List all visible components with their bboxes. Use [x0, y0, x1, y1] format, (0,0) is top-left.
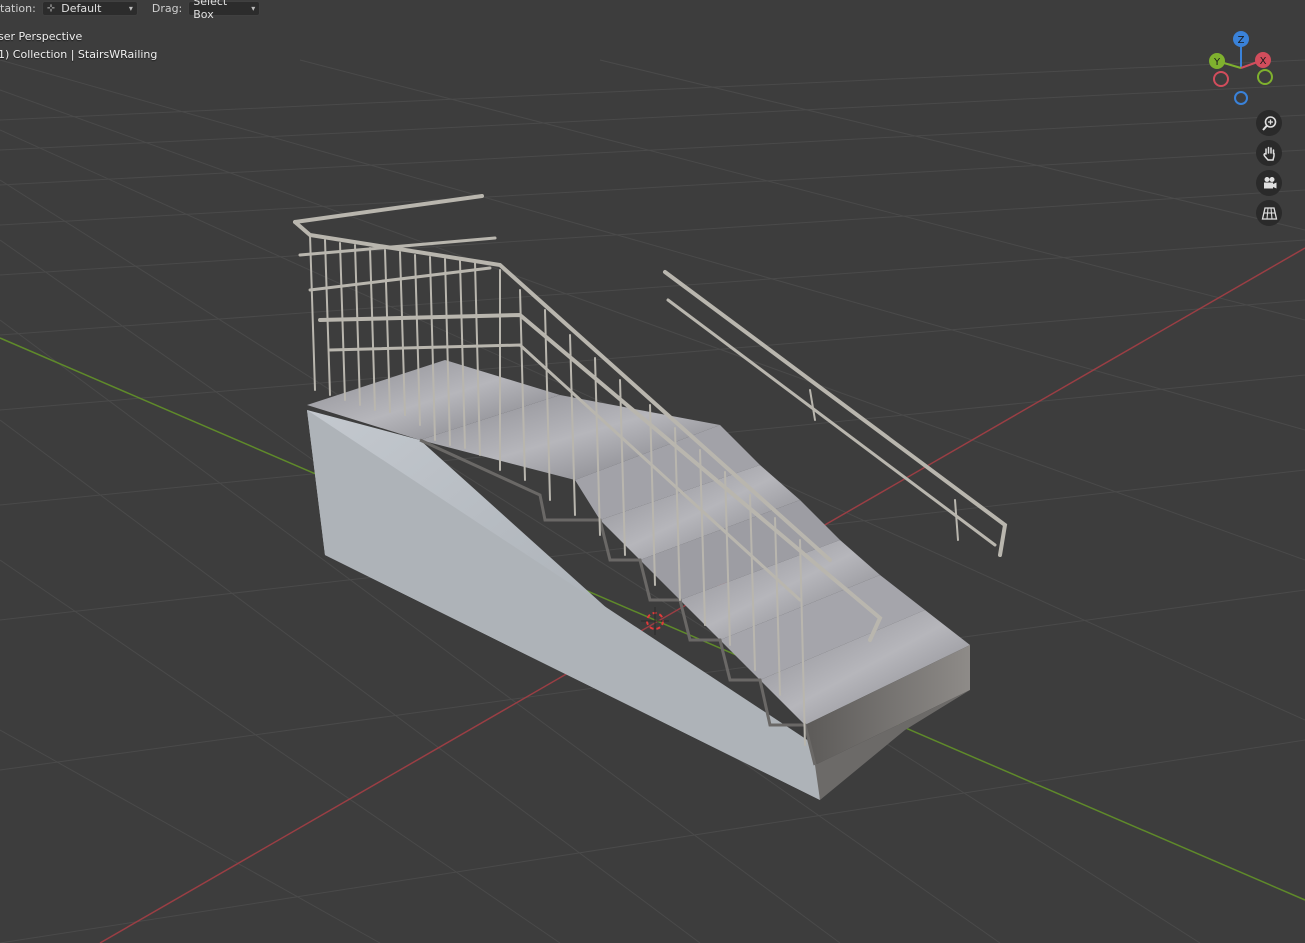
zoom-icon [1261, 115, 1276, 131]
viewport-info-overlay: ser Perspective 1) Collection | StairsWR… [0, 28, 157, 64]
gizmo-y-label: Y [1213, 57, 1221, 68]
stairs-object[interactable] [293, 194, 1008, 800]
orientation-dropdown[interactable]: ⊹ Default ▾ [41, 0, 138, 16]
pan-hand-icon [1262, 146, 1275, 161]
camera-view-button[interactable] [1256, 170, 1282, 196]
pan-button[interactable] [1256, 140, 1282, 166]
drag-label: Drag: [151, 1, 183, 15]
ortho-toggle-button[interactable] [1256, 200, 1282, 226]
chevron-down-icon: ▾ [128, 3, 133, 13]
gizmo-x-label: X [1260, 56, 1267, 67]
drag-dropdown[interactable]: Select Box ▾ [188, 0, 261, 21]
orientation-value: Default [61, 1, 102, 15]
viewport-header: tation: ⊹ Default ▾ Drag: Select Box ▾ [0, 0, 261, 21]
orientation-icon: ⊹ [46, 2, 56, 14]
3d-viewport[interactable]: Z X Y [0, 0, 1305, 943]
collection-line: 1) Collection | StairsWRailing [0, 48, 158, 61]
gizmo-z-negative[interactable] [1234, 91, 1248, 105]
gizmo-x-negative[interactable] [1213, 71, 1229, 87]
gizmo-z-label: Z [1238, 35, 1245, 46]
camera-icon [1263, 176, 1276, 188]
3d-cursor-icon[interactable] [641, 607, 669, 635]
view-name: ser Perspective [0, 30, 83, 43]
orientation-label: tation: [0, 1, 36, 15]
zoom-button[interactable] [1256, 110, 1282, 136]
chevron-down-icon: ▾ [251, 3, 256, 13]
navigation-gizmo[interactable]: Z X Y [1209, 31, 1273, 105]
ortho-grid-icon [1261, 206, 1277, 220]
gizmo-y-negative[interactable] [1257, 69, 1273, 85]
drag-value: Select Box [193, 0, 228, 21]
